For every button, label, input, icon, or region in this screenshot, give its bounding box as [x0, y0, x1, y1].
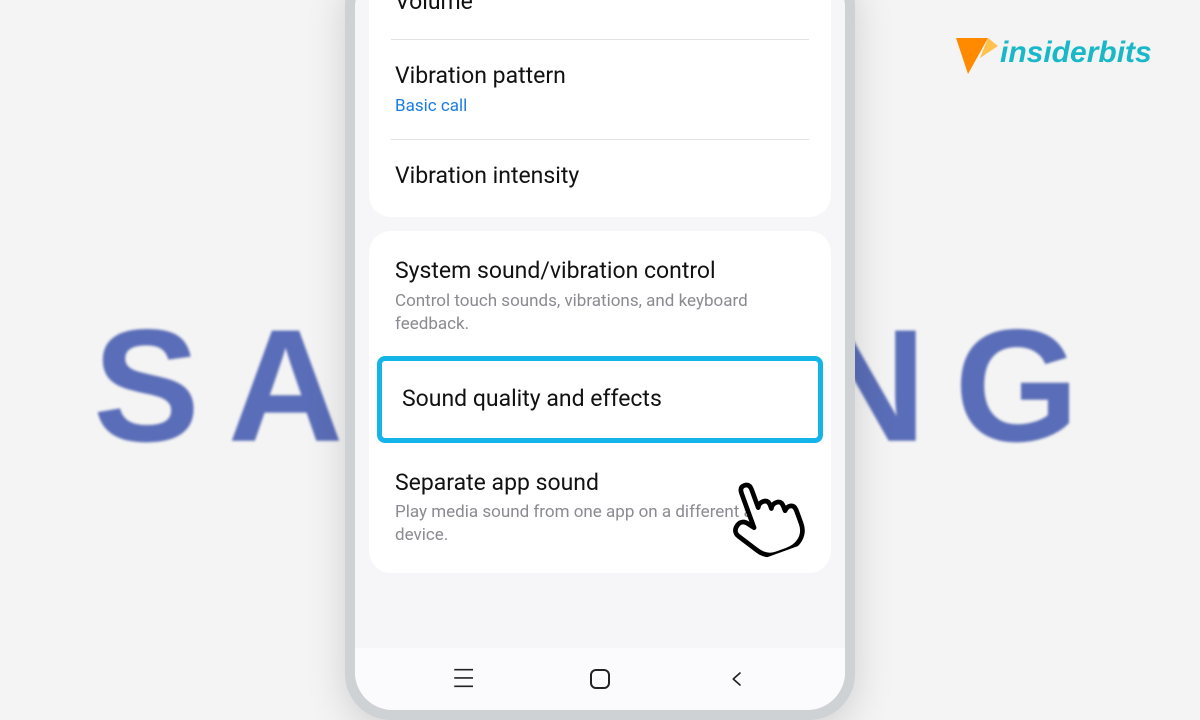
home-icon: [590, 669, 610, 689]
row-separate-app-title: Separate app sound: [395, 469, 805, 498]
watermark-text: insiderbits: [1000, 36, 1152, 69]
phone-mockup: Volume Vibration pattern Basic call Vibr…: [345, 0, 855, 720]
android-navbar: |||: [355, 648, 845, 710]
row-sound-quality-title: Sound quality and effects: [402, 385, 798, 414]
row-vibration-intensity-title: Vibration intensity: [395, 162, 805, 191]
row-vibration-pattern-subtitle: Basic call: [395, 95, 805, 118]
row-separate-app-subtitle: Play media sound from one app on a diffe…: [395, 501, 805, 547]
nav-recents-button[interactable]: |||: [433, 659, 493, 699]
row-system-sound[interactable]: System sound/vibration control Control t…: [369, 235, 831, 358]
recents-icon: |||: [451, 666, 476, 691]
row-vibration-intensity[interactable]: Vibration intensity: [369, 140, 831, 213]
row-vibration-pattern[interactable]: Vibration pattern Basic call: [369, 40, 831, 140]
row-vibration-pattern-title: Vibration pattern: [395, 62, 805, 91]
highlight-sound-quality: Sound quality and effects: [377, 356, 823, 443]
settings-card-advanced: System sound/vibration control Control t…: [369, 231, 831, 573]
insiderbits-logo-icon: insiderbits: [950, 28, 1170, 84]
nav-home-button[interactable]: [570, 659, 630, 699]
settings-list: Volume Vibration pattern Basic call Vibr…: [355, 0, 845, 648]
row-system-sound-subtitle: Control touch sounds, vibrations, and ke…: [395, 290, 805, 336]
back-icon: [728, 670, 746, 688]
settings-screen: Volume Vibration pattern Basic call Vibr…: [355, 0, 845, 710]
row-system-sound-title: System sound/vibration control: [395, 257, 805, 286]
row-separate-app-sound[interactable]: Separate app sound Play media sound from…: [369, 447, 831, 570]
row-sound-quality[interactable]: Sound quality and effects: [382, 361, 818, 438]
row-volume[interactable]: Volume: [369, 0, 831, 39]
settings-card-sound-basic: Volume Vibration pattern Basic call Vibr…: [369, 0, 831, 217]
watermark-logo: insiderbits: [950, 28, 1170, 84]
phone-screen-frame: Volume Vibration pattern Basic call Vibr…: [355, 0, 845, 710]
row-volume-title: Volume: [395, 0, 805, 17]
nav-back-button[interactable]: [707, 659, 767, 699]
